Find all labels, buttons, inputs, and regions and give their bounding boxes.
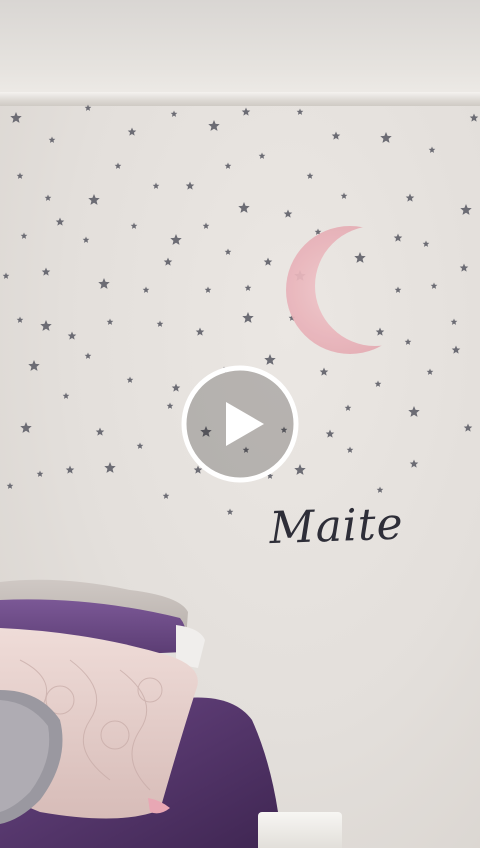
play-button[interactable] [180,364,300,484]
nightstand [258,812,342,848]
play-icon [181,365,299,483]
photo-scene: Maite [0,0,480,848]
